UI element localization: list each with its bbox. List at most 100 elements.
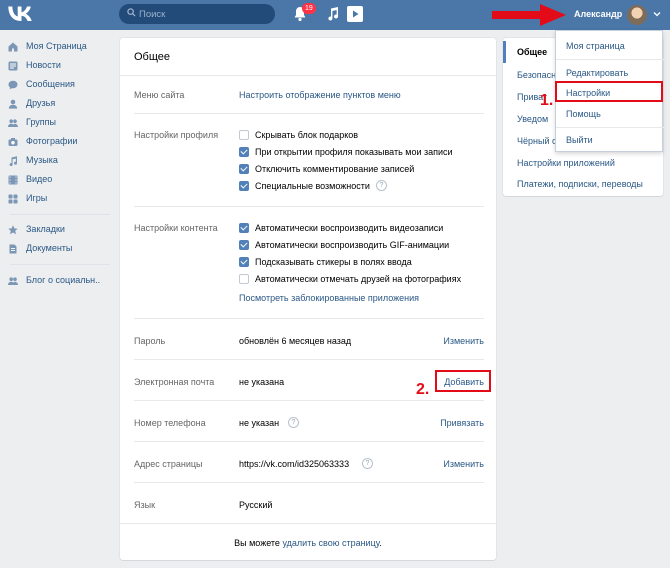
page-address-label: Адрес страницы [134, 459, 203, 469]
games-icon [8, 194, 18, 204]
delete-page-link[interactable]: удалить свою страницу [282, 538, 379, 548]
phone-label: Номер телефона [134, 418, 206, 428]
suggest-stickers-checkbox[interactable] [239, 257, 249, 267]
delete-page-notice: Вы можете удалить свою страницу. [120, 538, 496, 548]
settings-nav-notifications[interactable]: Уведом [517, 114, 548, 124]
sidebar-item-groups[interactable]: Группы [0, 114, 115, 132]
change-password-link[interactable]: Изменить [443, 336, 484, 346]
camera-icon [8, 138, 18, 146]
music-icon[interactable] [327, 7, 339, 21]
footer-suffix: . [379, 538, 382, 548]
suggest-stickers-label[interactable]: Подсказывать стикеры в полях ввода [255, 257, 412, 267]
settings-nav-apps[interactable]: Настройки приложений [517, 158, 615, 168]
step-2-label: 2. [416, 381, 430, 398]
footer-prefix: Вы можете [234, 538, 280, 548]
sidebar-item-label: Видео [26, 174, 53, 184]
sidebar-item-news[interactable]: Новости [0, 57, 115, 75]
chevron-down-icon [653, 12, 661, 17]
disable-comments-checkbox[interactable] [239, 164, 249, 174]
row-divider [134, 400, 484, 401]
sidebar-item-messages[interactable]: Сообщения [0, 76, 115, 94]
link-phone-link[interactable]: Привязать [440, 418, 484, 428]
sidebar-item-bookmarks[interactable]: Закладки [0, 221, 115, 239]
user-name: Александр [574, 9, 623, 19]
help-icon[interactable]: ? [362, 458, 373, 469]
page-title: Общее [134, 51, 171, 63]
site-menu-label: Меню сайта [134, 90, 185, 100]
step-1-label: 1. [540, 92, 554, 109]
sidebar-item-video[interactable]: Видео [0, 171, 115, 189]
row-divider [134, 113, 484, 114]
configure-menu-link[interactable]: Настроить отображение пунктов меню [239, 90, 401, 100]
settings-nav-blacklist[interactable]: Чёрный с [517, 136, 556, 146]
hide-gifts-label[interactable]: Скрывать блок подарков [255, 130, 358, 140]
settings-nav-general[interactable]: Общее [517, 47, 547, 57]
accessibility-checkbox[interactable] [239, 181, 249, 191]
sidebar-item-label: Блог о социальн.. [26, 275, 101, 285]
language-label: Язык [134, 500, 156, 510]
sidebar-item-games[interactable]: Игры [0, 190, 115, 208]
user-menu-toggle[interactable]: Александр [567, 0, 670, 30]
menu-item-help[interactable]: Помощь [566, 109, 601, 119]
sidebar-item-label: Фотографии [26, 136, 78, 146]
profile-settings-label: Настройки профиля [134, 130, 219, 140]
autoplay-gif-checkbox[interactable] [239, 240, 249, 250]
sidebar-item-friends[interactable]: Друзья [0, 95, 115, 113]
tag-friends-label[interactable]: Автоматически отмечать друзей на фотогра… [255, 274, 461, 284]
disable-comments-label[interactable]: Отключить комментирование записей [255, 164, 414, 174]
notification-badge: 19 [302, 3, 316, 14]
autoplay-video-label[interactable]: Автоматически воспроизводить видеозаписи [255, 223, 443, 233]
show-my-posts-label[interactable]: При открытии профиля показывать мои запи… [255, 147, 453, 157]
search-input[interactable] [139, 6, 269, 22]
avatar [627, 5, 647, 25]
highlight-settings-box [555, 81, 663, 102]
friend-icon [8, 99, 18, 109]
menu-item-edit[interactable]: Редактировать [566, 68, 628, 78]
blocked-apps-link[interactable]: Посмотреть заблокированные приложения [239, 293, 419, 303]
video-player-button[interactable] [347, 6, 363, 22]
change-address-link[interactable]: Изменить [443, 459, 484, 469]
menu-item-logout[interactable]: Выйти [566, 135, 593, 145]
blog-icon [8, 277, 18, 285]
hide-gifts-checkbox[interactable] [239, 130, 249, 140]
play-icon [353, 10, 359, 18]
autoplay-gif-label[interactable]: Автоматически воспроизводить GIF-анимаци… [255, 240, 449, 250]
red-arrow-annotation [492, 4, 566, 26]
accessibility-label[interactable]: Специальные возможности [255, 181, 370, 191]
home-icon [8, 42, 18, 52]
sidebar-item-documents[interactable]: Документы [0, 240, 115, 258]
sidebar-item-music[interactable]: Музыка [0, 152, 115, 170]
sidebar-item-blog[interactable]: Блог о социальн.. [0, 272, 115, 290]
sidebar-item-label: Группы [26, 117, 56, 127]
document-icon [9, 244, 17, 254]
tag-friends-checkbox[interactable] [239, 274, 249, 284]
sidebar-divider [10, 214, 110, 215]
search-icon [127, 8, 136, 17]
sidebar-item-label: Документы [26, 243, 73, 253]
vk-logo[interactable] [8, 6, 32, 24]
settings-nav-security[interactable]: Безопасн [517, 70, 556, 80]
news-icon [8, 61, 18, 71]
password-value: обновлён 6 месяцев назад [239, 336, 352, 346]
top-bar: 19 Александр [0, 0, 670, 30]
sidebar-item-label: Закладки [26, 224, 65, 234]
menu-item-my-page[interactable]: Моя страница [566, 41, 625, 51]
sidebar-item-label: Друзья [26, 98, 56, 108]
sidebar-item-photos[interactable]: Фотографии [0, 133, 115, 151]
help-icon[interactable]: ? [288, 417, 299, 428]
header-divider [120, 75, 496, 76]
autoplay-video-checkbox[interactable] [239, 223, 249, 233]
menu-divider [556, 127, 664, 128]
password-label: Пароль [134, 336, 166, 346]
star-icon [8, 225, 18, 235]
vk-logo-icon [8, 6, 32, 21]
settings-nav-payments[interactable]: Платежи, подписки, переводы [517, 179, 643, 189]
language-value[interactable]: Русский [239, 500, 272, 510]
help-icon[interactable]: ? [376, 180, 387, 191]
search-box[interactable] [119, 4, 275, 24]
messages-icon [8, 80, 18, 90]
sidebar-item-label: Моя Страница [26, 41, 87, 51]
sidebar-item-label: Сообщения [26, 79, 75, 89]
sidebar-item-my-page[interactable]: Моя Страница [0, 38, 115, 56]
show-my-posts-checkbox[interactable] [239, 147, 249, 157]
